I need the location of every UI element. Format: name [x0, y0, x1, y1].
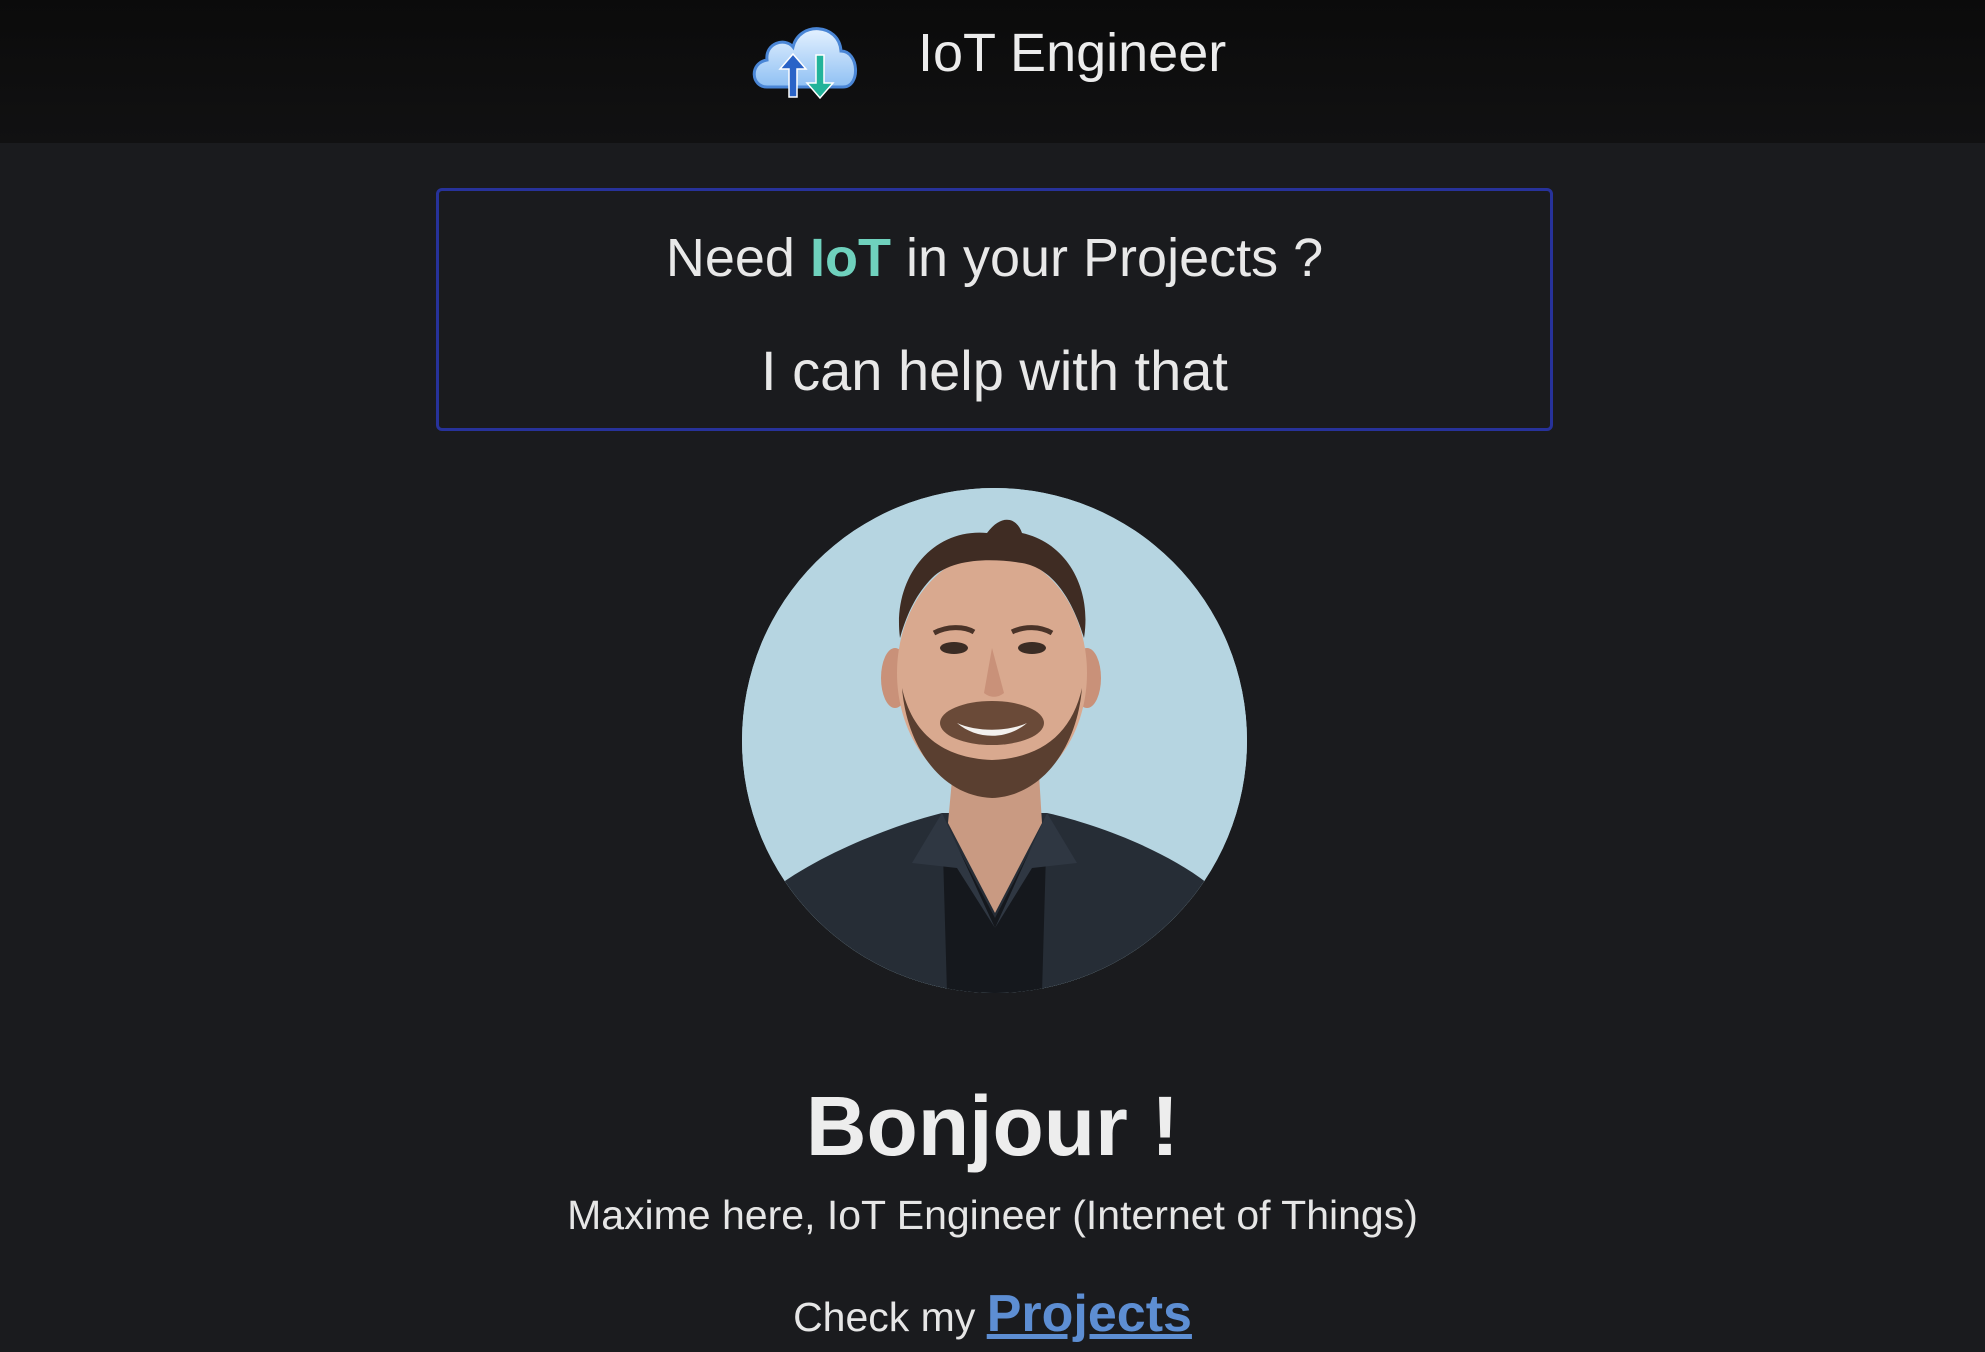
cloud-upload-download-icon[interactable] — [745, 5, 865, 105]
pitch-suffix: in your Projects ? — [890, 228, 1324, 288]
pitch-box: Need IoT in your Projects ? I can help w… — [436, 188, 1553, 431]
projects-link[interactable]: Projects — [987, 1285, 1192, 1343]
profile-photo — [742, 488, 1247, 993]
intro-text: Maxime here, IoT Engineer (Internet of T… — [567, 1192, 1418, 1238]
pitch-accent: IoT — [809, 228, 891, 288]
pitch-subline: I can help with that — [761, 339, 1228, 402]
greeting-heading: Bonjour ! — [805, 1079, 1180, 1174]
projects-cta: Check my Projects — [0, 1279, 1985, 1352]
cta-prefix: Check my — [793, 1294, 987, 1340]
top-bar: IoT Engineer — [0, 0, 1985, 143]
pitch-headline: Need IoT in your Projects ? — [439, 226, 1550, 290]
site-title[interactable]: IoT Engineer — [918, 20, 1226, 86]
pitch-prefix: Need — [665, 228, 810, 288]
